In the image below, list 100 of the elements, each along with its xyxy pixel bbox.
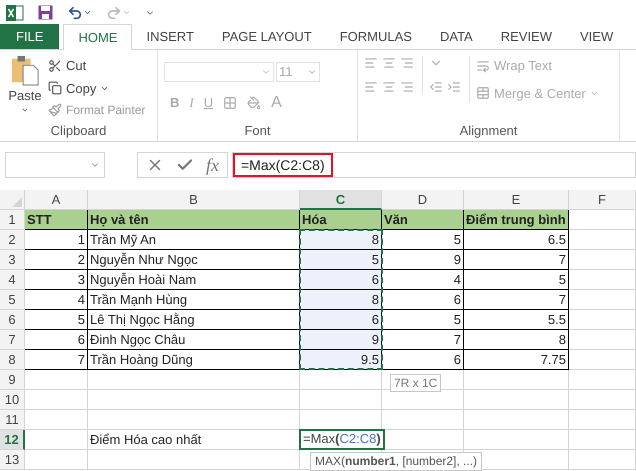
table-cell: 9 <box>300 330 382 350</box>
wrap-text-icon <box>476 58 490 73</box>
table-cell: Nguyễn Như Ngọc <box>88 250 300 270</box>
table-cell: 4 <box>382 270 464 290</box>
table-cell: 9.5 <box>300 350 382 370</box>
table-cell: Trần Mỹ An <box>88 230 300 250</box>
table-cell <box>569 290 636 310</box>
table-cell: 5.5 <box>464 310 569 330</box>
row-header[interactable]: 12 <box>0 430 25 450</box>
decrease-indent-icon[interactable] <box>429 80 443 94</box>
formula-edit-cell[interactable]: =Max(C2:C8) <box>299 429 385 450</box>
group-label: Font <box>243 122 272 140</box>
table-cell: 6 <box>300 270 382 290</box>
table-cell <box>569 370 636 390</box>
table-cell: Lê Thị Ngọc Hằng <box>88 310 300 330</box>
row-header[interactable]: 2 <box>0 230 25 250</box>
row-header[interactable]: 1 <box>0 210 25 230</box>
align-left-icon[interactable] <box>364 80 378 94</box>
row-header[interactable]: 8 <box>0 350 25 370</box>
ribbon-tab[interactable]: VIEW <box>566 24 628 49</box>
redo-icon[interactable] <box>106 4 131 20</box>
cut-button[interactable]: Cut <box>48 56 146 76</box>
copy-icon <box>48 81 62 96</box>
row-header[interactable]: 7 <box>0 330 25 350</box>
increase-indent-icon[interactable] <box>447 80 461 94</box>
scissors-icon <box>48 58 62 73</box>
range-size-tooltip: 7R x 1C <box>390 374 442 392</box>
ribbon-tab[interactable]: HOME <box>63 24 132 50</box>
table-cell: 8 <box>300 230 382 250</box>
row-header[interactable]: 10 <box>0 390 25 410</box>
table-cell: Họ và tên <box>88 210 300 230</box>
ribbon-tab[interactable]: PAGE LAYOUT <box>208 24 326 49</box>
table-cell <box>25 450 88 470</box>
table-cell <box>569 450 636 470</box>
row-header[interactable]: 6 <box>0 310 25 330</box>
table-cell: 5 <box>464 270 569 290</box>
table-cell: 7 <box>464 290 569 310</box>
insert-function-button[interactable]: fx <box>206 152 219 178</box>
table-cell <box>25 370 88 390</box>
borders-icon[interactable] <box>223 96 238 110</box>
table-cell: STT <box>25 210 88 230</box>
table-cell: 8 <box>464 330 569 350</box>
name-box[interactable] <box>5 152 105 178</box>
copy-button[interactable]: Copy <box>48 78 146 98</box>
fill-color-icon[interactable] <box>247 96 262 110</box>
merge-cells-icon <box>476 86 490 100</box>
table-cell: Trần Mạnh Hùng <box>88 290 300 310</box>
table-cell: 5 <box>382 310 464 330</box>
spreadsheet-app-icon <box>6 4 24 20</box>
row-header[interactable]: 11 <box>0 410 25 430</box>
row-header[interactable]: 4 <box>0 270 25 290</box>
table-cell: Đinh Ngọc Châu <box>88 330 300 350</box>
table-cell: 4 <box>25 290 88 310</box>
formula-input[interactable]: =Max(C2:C8) <box>233 153 333 177</box>
table-cell: 7.75 <box>464 350 569 370</box>
column-header[interactable]: C <box>300 190 382 210</box>
table-cell: 9 <box>382 250 464 270</box>
row-header[interactable]: 9 <box>0 370 25 390</box>
table-cell: 1 <box>25 230 88 250</box>
table-cell: 7 <box>382 330 464 350</box>
table-cell: Điểm trung bình <box>464 210 569 230</box>
file-tab[interactable]: FILE <box>0 24 60 49</box>
column-header[interactable]: F <box>569 190 636 210</box>
table-cell: Hóa <box>300 210 382 230</box>
undo-icon[interactable] <box>67 4 92 20</box>
row-header[interactable]: 3 <box>0 250 25 270</box>
table-cell <box>569 270 636 290</box>
font-name-field[interactable] <box>164 62 274 82</box>
table-cell: Trần Hoàng Dũng <box>88 350 300 370</box>
table-cell: 5 <box>25 310 88 330</box>
paste-button[interactable]: Paste <box>6 54 44 121</box>
row-header[interactable]: 5 <box>0 290 25 310</box>
ribbon-tab[interactable]: REVIEW <box>486 24 566 49</box>
align-right-icon[interactable] <box>400 80 414 94</box>
table-cell: 7 <box>464 250 569 270</box>
row-header[interactable]: 13 <box>0 450 25 470</box>
group-label: Clipboard <box>50 122 108 140</box>
table-cell <box>25 390 88 410</box>
table-cell <box>569 210 636 230</box>
clipboard-icon <box>10 54 40 86</box>
select-all-icon[interactable] <box>12 197 22 207</box>
table-cell <box>25 410 88 430</box>
ribbon-tab[interactable]: INSERT <box>132 24 208 49</box>
table-cell: 3 <box>25 270 88 290</box>
table-cell: 8 <box>300 290 382 310</box>
table-cell: Văn <box>382 210 464 230</box>
function-tooltip: MAX(number1, [number2], ...) <box>310 452 482 471</box>
save-icon[interactable] <box>38 5 53 20</box>
ribbon-tab[interactable]: FORMULAS <box>326 24 426 49</box>
table-cell: Nguyễn Hoài Nam <box>88 270 300 290</box>
table-cell <box>25 430 88 450</box>
table-cell: 5 <box>382 230 464 250</box>
paintbrush-icon <box>48 103 62 117</box>
ribbon-tab[interactable]: DATA <box>426 24 487 49</box>
table-cell <box>569 430 636 450</box>
table-cell <box>569 230 636 250</box>
table-cell <box>569 310 636 330</box>
table-cell <box>569 330 636 350</box>
table-cell: 2 <box>25 250 88 270</box>
align-center-icon[interactable] <box>382 80 396 94</box>
